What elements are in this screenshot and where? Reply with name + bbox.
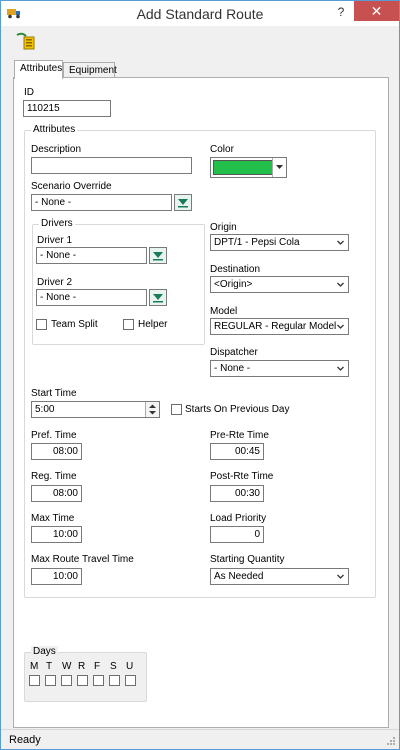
status-bar: Ready: [1, 729, 399, 749]
load-priority-label: Load Priority: [210, 513, 267, 524]
chevron-down-icon: [337, 324, 344, 329]
day-label-s: S: [110, 661, 117, 672]
destination-select[interactable]: <Origin>: [210, 276, 349, 293]
model-select[interactable]: REGULAR - Regular Model: [210, 318, 349, 335]
starting-quantity-value: As Needed: [214, 571, 264, 582]
reg-time-label: Reg. Time: [31, 471, 77, 482]
driver1-label: Driver 1: [37, 235, 73, 246]
status-text: Ready: [9, 734, 41, 746]
day-checkbox-f[interactable]: [93, 675, 104, 686]
lookup-arrow-icon: [153, 294, 163, 303]
pref-time-label: Pref. Time: [31, 430, 77, 441]
dispatcher-value: - None -: [214, 363, 251, 374]
day-checkbox-w[interactable]: [61, 675, 72, 686]
max-route-travel-time-field[interactable]: 10:00: [31, 568, 82, 585]
post-rte-time-field[interactable]: 00:30: [210, 485, 264, 502]
attributes-group-caption: Attributes: [31, 124, 78, 135]
max-time-label: Max Time: [31, 513, 75, 524]
origin-value: DPT/1 - Pepsi Cola: [214, 237, 300, 248]
tab-attributes[interactable]: Attributes: [14, 60, 63, 79]
day-checkbox-t[interactable]: [45, 675, 56, 686]
starts-previous-day-checkbox[interactable]: [171, 404, 182, 415]
spinner-arrows-icon: [149, 404, 156, 415]
toolbar: [1, 27, 399, 55]
helper-label: Helper: [138, 319, 168, 330]
starting-quantity-label: Starting Quantity: [210, 554, 285, 565]
max-time-field[interactable]: 10:00: [31, 526, 82, 543]
drivers-group-caption: Drivers: [39, 218, 75, 229]
days-group-caption: Days: [31, 646, 58, 657]
day-label-w: W: [62, 661, 72, 672]
color-dropdown-button[interactable]: [272, 158, 286, 177]
post-rte-time-label: Post-Rte Time: [210, 471, 274, 482]
dispatcher-label: Dispatcher: [210, 347, 258, 358]
help-button[interactable]: ?: [333, 3, 349, 21]
day-label-u: U: [126, 661, 134, 672]
color-picker[interactable]: [210, 157, 287, 178]
day-label-m: M: [30, 661, 39, 672]
color-swatch: [213, 160, 273, 175]
day-checkbox-m[interactable]: [29, 675, 40, 686]
description-field[interactable]: [31, 157, 192, 174]
model-label: Model: [210, 306, 238, 317]
driver1-lookup-button[interactable]: [149, 247, 167, 264]
starting-quantity-select[interactable]: As Needed: [210, 568, 349, 585]
id-field[interactable]: 110215: [23, 100, 111, 117]
title-bar: Add Standard Route ? ✕: [1, 1, 399, 26]
team-split-label: Team Split: [51, 319, 98, 330]
chevron-down-icon: [337, 282, 344, 287]
dispatcher-select[interactable]: - None -: [210, 360, 349, 377]
model-value: REGULAR - Regular Model: [214, 321, 337, 332]
chevron-down-icon: [276, 165, 283, 169]
load-priority-field[interactable]: 0: [210, 526, 264, 543]
window: Add Standard Route ? ✕ Attributes Equipm…: [0, 0, 400, 750]
pref-time-field[interactable]: 08:00: [31, 443, 82, 460]
save-route-icon[interactable]: [14, 32, 36, 50]
driver2-lookup-button[interactable]: [149, 289, 167, 306]
scenario-override-label: Scenario Override: [31, 181, 112, 192]
description-label: Description: [31, 144, 82, 155]
color-label: Color: [210, 144, 234, 155]
origin-select[interactable]: DPT/1 - Pepsi Cola: [210, 234, 349, 251]
helper-checkbox[interactable]: [123, 319, 134, 330]
day-label-r: R: [78, 661, 86, 672]
driver2-field[interactable]: - None -: [36, 289, 147, 306]
scenario-lookup-button[interactable]: [174, 194, 192, 211]
day-checkbox-r[interactable]: [77, 675, 88, 686]
pre-rte-time-label: Pre-Rte Time: [210, 430, 269, 441]
destination-value: <Origin>: [214, 279, 253, 290]
origin-label: Origin: [210, 222, 237, 233]
destination-label: Destination: [210, 264, 261, 275]
reg-time-field[interactable]: 08:00: [31, 485, 82, 502]
attributes-panel: ID 110215 Attributes Description Color S…: [13, 77, 389, 728]
driver1-field[interactable]: - None -: [36, 247, 147, 264]
pre-rte-time-field[interactable]: 00:45: [210, 443, 264, 460]
team-split-checkbox[interactable]: [36, 319, 47, 330]
start-time-field[interactable]: 5:00: [31, 401, 160, 418]
id-label: ID: [24, 87, 34, 98]
max-route-travel-time-label: Max Route Travel Time: [31, 554, 134, 565]
chevron-down-icon: [337, 240, 344, 245]
starts-previous-day-label: Starts On Previous Day: [185, 404, 290, 415]
chevron-down-icon: [337, 366, 344, 371]
day-checkbox-s[interactable]: [109, 675, 120, 686]
scenario-override-field[interactable]: - None -: [31, 194, 172, 211]
start-time-label: Start Time: [31, 388, 77, 399]
chevron-down-icon: [337, 574, 344, 579]
day-checkbox-u[interactable]: [125, 675, 136, 686]
lookup-arrow-icon: [178, 199, 188, 208]
driver2-label: Driver 2: [37, 277, 73, 288]
start-time-spinner[interactable]: [145, 402, 159, 417]
lookup-arrow-icon: [153, 252, 163, 261]
day-label-f: F: [94, 661, 101, 672]
resize-grip-icon[interactable]: [386, 736, 396, 746]
start-time-value: 5:00: [35, 404, 55, 415]
day-label-t: T: [46, 661, 53, 672]
close-button[interactable]: ✕: [354, 1, 399, 21]
